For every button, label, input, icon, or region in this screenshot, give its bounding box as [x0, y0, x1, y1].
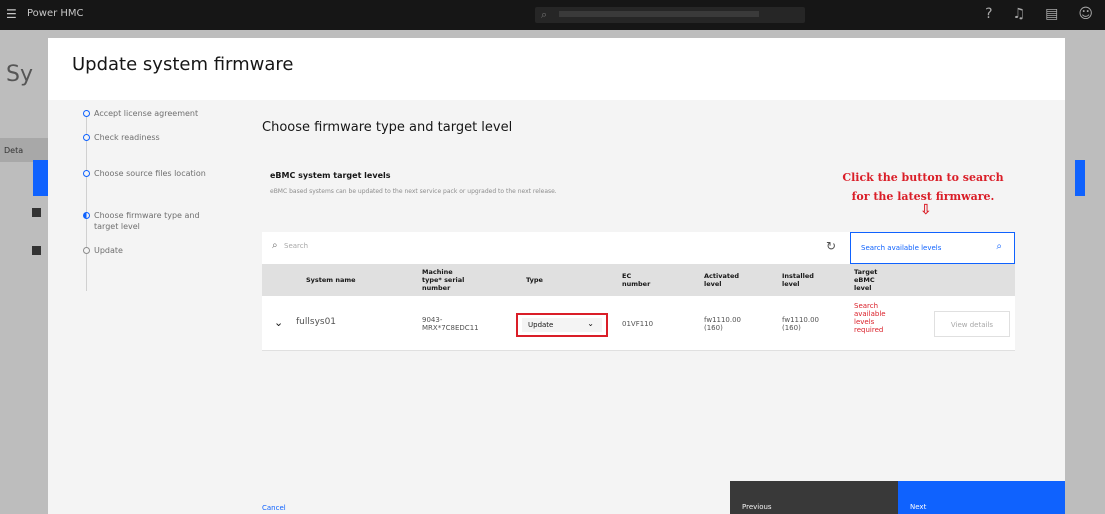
background-checkbox [32, 208, 41, 217]
type-dropdown-value: Update [528, 321, 554, 329]
background-page-title: Sy [6, 62, 33, 87]
step-label: Update [94, 246, 123, 255]
column-header-type: Type [526, 276, 543, 284]
column-header-target-level: Target eBMC level [854, 268, 878, 292]
header-actions: ? ♫ ▤ ☺ [985, 6, 1093, 22]
step-label: Choose firmware type and target level [94, 211, 200, 231]
step-current-icon [83, 212, 90, 219]
notification-icon[interactable]: ♫ [1013, 6, 1026, 22]
expand-row-icon[interactable]: ⌄ [274, 316, 283, 329]
previous-button[interactable]: Previous [730, 481, 898, 514]
type-highlight-box: Update ⌄ [516, 313, 608, 337]
type-dropdown[interactable]: Update ⌄ [522, 318, 602, 332]
progress-steps: Accept license agreement Check readiness… [80, 108, 220, 291]
cancel-link[interactable]: Cancel [262, 504, 286, 512]
menu-icon[interactable]: ☰ [6, 8, 20, 20]
content-title: Choose firmware type and target level [262, 120, 513, 135]
step-label: Choose source files location [94, 169, 206, 178]
annotation-arrow-icon: ⇩ [920, 202, 932, 218]
background-checkbox [32, 246, 41, 255]
step-label: Check readiness [94, 133, 160, 142]
chevron-down-icon: ⌄ [587, 319, 594, 328]
search-placeholder [559, 11, 759, 17]
step-label: Accept license agreement [94, 109, 199, 118]
view-details-button[interactable]: View details [934, 311, 1010, 337]
top-navigation-bar: ☰ Power HMC ⌕ ? ♫ ▤ ☺ [0, 0, 1105, 30]
search-icon: ⌕ [996, 241, 1002, 252]
product-name: Power HMC [27, 8, 84, 19]
step-update: Update [80, 245, 220, 259]
help-icon[interactable]: ? [985, 6, 992, 22]
global-search-input[interactable]: ⌕ [535, 7, 805, 23]
background-selected-item [33, 160, 48, 196]
cell-activated-level: fw1110.00 (160) [704, 316, 742, 332]
search-available-levels-button[interactable]: Search available levels ⌕ [850, 232, 1015, 264]
table-row[interactable]: ⌄ fullsys01 9043-MRX*7C8EDC11 Update ⌄ 0… [262, 296, 1015, 351]
step-complete-icon [83, 134, 90, 141]
levels-section-title: eBMC system target levels [270, 171, 391, 180]
search-icon: ⌕ [541, 8, 548, 21]
cell-machine-type: 9043-MRX*7C8EDC11 [422, 316, 479, 332]
background-tab: Deta [0, 138, 48, 162]
search-available-levels-label: Search available levels [861, 244, 942, 252]
step-complete-icon [83, 110, 90, 117]
step-check-readiness[interactable]: Check readiness [80, 132, 220, 168]
levels-section-description: eBMC based systems can be updated to the… [270, 188, 557, 195]
cell-ec-number: 01VF110 [622, 320, 654, 328]
update-firmware-modal: Update system firmware Accept license ag… [48, 38, 1065, 514]
tasks-icon[interactable]: ▤ [1045, 6, 1058, 22]
next-button[interactable]: Next [898, 481, 1065, 514]
table-search-input[interactable]: Search [284, 242, 308, 250]
annotation-callout: Click the button to search for the lates… [818, 168, 1028, 206]
user-icon[interactable]: ☺ [1078, 6, 1093, 22]
column-header-system-name: System name [306, 276, 356, 284]
column-header-ec-number: EC number [622, 272, 651, 288]
column-header-machine-type: Machine type* serial number [422, 268, 465, 292]
refresh-icon[interactable]: ↻ [826, 239, 836, 253]
table-header: System name Machine type* serial number … [262, 264, 1015, 296]
annotation-line-1: Click the button to search [842, 171, 1004, 184]
cell-target-level: Search available levels required [854, 302, 886, 334]
step-choose-firmware-type[interactable]: Choose firmware type and target level [80, 210, 220, 245]
cell-system-name: fullsys01 [296, 317, 337, 327]
step-incomplete-icon [83, 247, 90, 254]
table-toolbar: ⌕ Search ↻ Search available levels ⌕ [262, 232, 1015, 264]
column-header-activated-level: Activated level [704, 272, 740, 288]
step-complete-icon [83, 170, 90, 177]
background-primary-button [1075, 160, 1085, 196]
cell-installed-level: fw1110.00 (160) [782, 316, 820, 332]
step-accept-license[interactable]: Accept license agreement [80, 108, 220, 132]
column-header-installed-level: Installed level [782, 272, 814, 288]
modal-title: Update system firmware [72, 54, 294, 75]
search-icon: ⌕ [272, 240, 278, 251]
modal-header: Update system firmware [48, 38, 1065, 100]
step-choose-source[interactable]: Choose source files location [80, 168, 220, 210]
